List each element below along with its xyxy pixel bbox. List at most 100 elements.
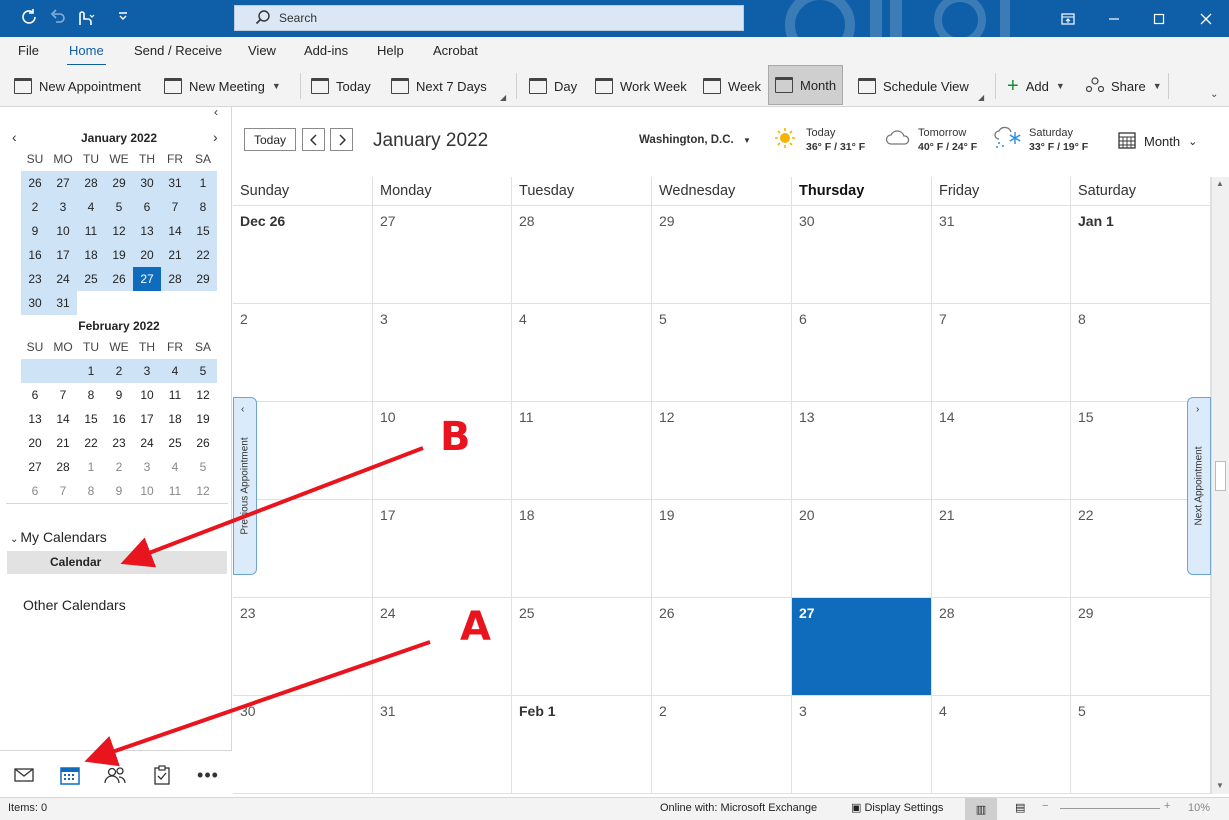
zoom-out-icon[interactable]: − bbox=[1042, 800, 1048, 812]
today-button[interactable]: Today bbox=[244, 128, 296, 151]
dialog-launcher-icon[interactable]: ◢ bbox=[500, 93, 506, 102]
date-cell[interactable]: 3 bbox=[133, 455, 161, 479]
date-cell[interactable]: 10 bbox=[133, 479, 161, 503]
calendar-folder-item[interactable]: Calendar bbox=[7, 551, 227, 574]
date-cell[interactable]: 27 bbox=[133, 267, 161, 291]
day-cell[interactable]: 30 bbox=[792, 206, 932, 304]
reading-view-icon[interactable]: ▤ bbox=[1015, 801, 1025, 814]
day-cell[interactable]: 20 bbox=[792, 500, 932, 598]
day-cell[interactable]: 11 bbox=[512, 402, 652, 500]
date-cell[interactable]: 8 bbox=[77, 383, 105, 407]
day-cell[interactable]: Jan 1 bbox=[1071, 206, 1211, 304]
date-cell[interactable]: 15 bbox=[77, 407, 105, 431]
scrollbar-thumb[interactable] bbox=[1215, 461, 1226, 491]
date-cell[interactable]: 5 bbox=[105, 195, 133, 219]
day-cell[interactable]: 28 bbox=[512, 206, 652, 304]
date-cell[interactable]: 10 bbox=[49, 219, 77, 243]
mail-icon[interactable] bbox=[12, 763, 36, 787]
month-view-button[interactable]: Month bbox=[768, 65, 844, 105]
day-cell[interactable]: 30 bbox=[233, 696, 373, 794]
close-button[interactable] bbox=[1183, 0, 1229, 37]
day-cell[interactable]: 2 bbox=[652, 696, 792, 794]
date-cell[interactable]: 6 bbox=[21, 383, 49, 407]
day-cell[interactable]: 27 bbox=[373, 206, 512, 304]
more-icon[interactable]: ••• bbox=[196, 763, 220, 787]
day-cell[interactable]: 12 bbox=[652, 402, 792, 500]
date-cell[interactable]: 22 bbox=[189, 243, 217, 267]
calendar-icon[interactable] bbox=[58, 763, 82, 787]
day-cell[interactable]: 31 bbox=[932, 206, 1071, 304]
date-cell[interactable]: 19 bbox=[189, 407, 217, 431]
day-cell[interactable]: Dec 26 bbox=[233, 206, 373, 304]
weather-today[interactable]: Today 36° F / 31° F bbox=[774, 126, 865, 154]
date-cell[interactable]: 20 bbox=[21, 431, 49, 455]
date-cell[interactable]: 24 bbox=[49, 267, 77, 291]
next-7-days-button[interactable]: Next 7 Days bbox=[391, 72, 487, 100]
date-cell[interactable]: 14 bbox=[49, 407, 77, 431]
date-cell[interactable]: 7 bbox=[49, 479, 77, 503]
date-cell[interactable]: 22 bbox=[77, 431, 105, 455]
date-cell[interactable]: 16 bbox=[21, 243, 49, 267]
date-cell[interactable]: 7 bbox=[161, 195, 189, 219]
previous-appointment-tab[interactable]: ‹ Previous Appointment bbox=[233, 397, 257, 575]
day-cell[interactable]: 6 bbox=[792, 304, 932, 402]
date-cell[interactable]: 2 bbox=[21, 195, 49, 219]
date-cell[interactable]: 23 bbox=[21, 267, 49, 291]
day-cell[interactable]: 7 bbox=[932, 304, 1071, 402]
display-settings-button[interactable]: ▣ Display Settings bbox=[851, 801, 943, 814]
date-cell[interactable]: 16 bbox=[105, 407, 133, 431]
menu-help[interactable]: Help bbox=[377, 43, 404, 58]
week-view-button[interactable]: Week bbox=[703, 72, 761, 100]
date-cell[interactable]: 4 bbox=[77, 195, 105, 219]
date-cell[interactable]: 31 bbox=[161, 171, 189, 195]
date-cell[interactable]: 5 bbox=[189, 455, 217, 479]
day-cell[interactable]: 29 bbox=[1071, 598, 1211, 696]
date-cell[interactable]: 25 bbox=[77, 267, 105, 291]
date-cell[interactable]: 30 bbox=[133, 171, 161, 195]
day-cell[interactable]: 21 bbox=[932, 500, 1071, 598]
day-cell[interactable]: 5 bbox=[1071, 696, 1211, 794]
day-cell[interactable]: 28 bbox=[932, 598, 1071, 696]
day-cell[interactable]: 14 bbox=[932, 402, 1071, 500]
date-cell[interactable]: 8 bbox=[77, 479, 105, 503]
next-appointment-tab[interactable]: › Next Appointment bbox=[1187, 397, 1211, 575]
date-cell[interactable]: 13 bbox=[21, 407, 49, 431]
date-cell[interactable]: 12 bbox=[189, 479, 217, 503]
schedule-view-button[interactable]: Schedule View bbox=[858, 72, 969, 100]
date-cell[interactable]: 12 bbox=[105, 219, 133, 243]
menu-acrobat[interactable]: Acrobat bbox=[433, 43, 478, 58]
vertical-scrollbar[interactable]: ▲ ▼ bbox=[1211, 177, 1229, 794]
date-cell[interactable]: 21 bbox=[161, 243, 189, 267]
date-cell[interactable]: 4 bbox=[161, 359, 189, 383]
previous-month-icon[interactable]: ‹ bbox=[12, 129, 17, 145]
date-cell[interactable]: 7 bbox=[49, 383, 77, 407]
other-calendars-group[interactable]: Other Calendars bbox=[23, 597, 126, 613]
day-cell[interactable]: Feb 1 bbox=[512, 696, 652, 794]
day-cell[interactable]: 8 bbox=[1071, 304, 1211, 402]
date-cell[interactable]: 31 bbox=[49, 291, 77, 315]
minimize-button[interactable] bbox=[1091, 0, 1137, 37]
date-cell[interactable]: 17 bbox=[133, 407, 161, 431]
day-cell[interactable]: 13 bbox=[792, 402, 932, 500]
day-cell-today[interactable]: 27 bbox=[792, 598, 932, 696]
day-cell[interactable]: 2 bbox=[233, 304, 373, 402]
location-selector[interactable]: Washington, D.C. ▼ bbox=[639, 134, 751, 146]
date-cell[interactable]: 11 bbox=[161, 479, 189, 503]
date-cell[interactable]: 6 bbox=[133, 195, 161, 219]
people-icon[interactable] bbox=[103, 763, 127, 787]
date-cell[interactable]: 28 bbox=[161, 267, 189, 291]
date-cell[interactable]: 26 bbox=[105, 267, 133, 291]
day-cell[interactable]: 31 bbox=[373, 696, 512, 794]
undo-icon[interactable] bbox=[50, 8, 66, 30]
date-cell[interactable]: 2 bbox=[105, 359, 133, 383]
date-cell[interactable]: 1 bbox=[77, 359, 105, 383]
date-cell[interactable]: 17 bbox=[49, 243, 77, 267]
collapse-ribbon-icon[interactable]: ⌄ bbox=[1210, 89, 1218, 100]
date-cell[interactable]: 18 bbox=[77, 243, 105, 267]
date-cell[interactable]: 29 bbox=[189, 267, 217, 291]
scroll-up-icon[interactable]: ▲ bbox=[1216, 179, 1224, 188]
date-cell[interactable]: 9 bbox=[105, 479, 133, 503]
date-cell[interactable]: 2 bbox=[105, 455, 133, 479]
date-cell[interactable]: 11 bbox=[77, 219, 105, 243]
day-cell[interactable]: 26 bbox=[652, 598, 792, 696]
